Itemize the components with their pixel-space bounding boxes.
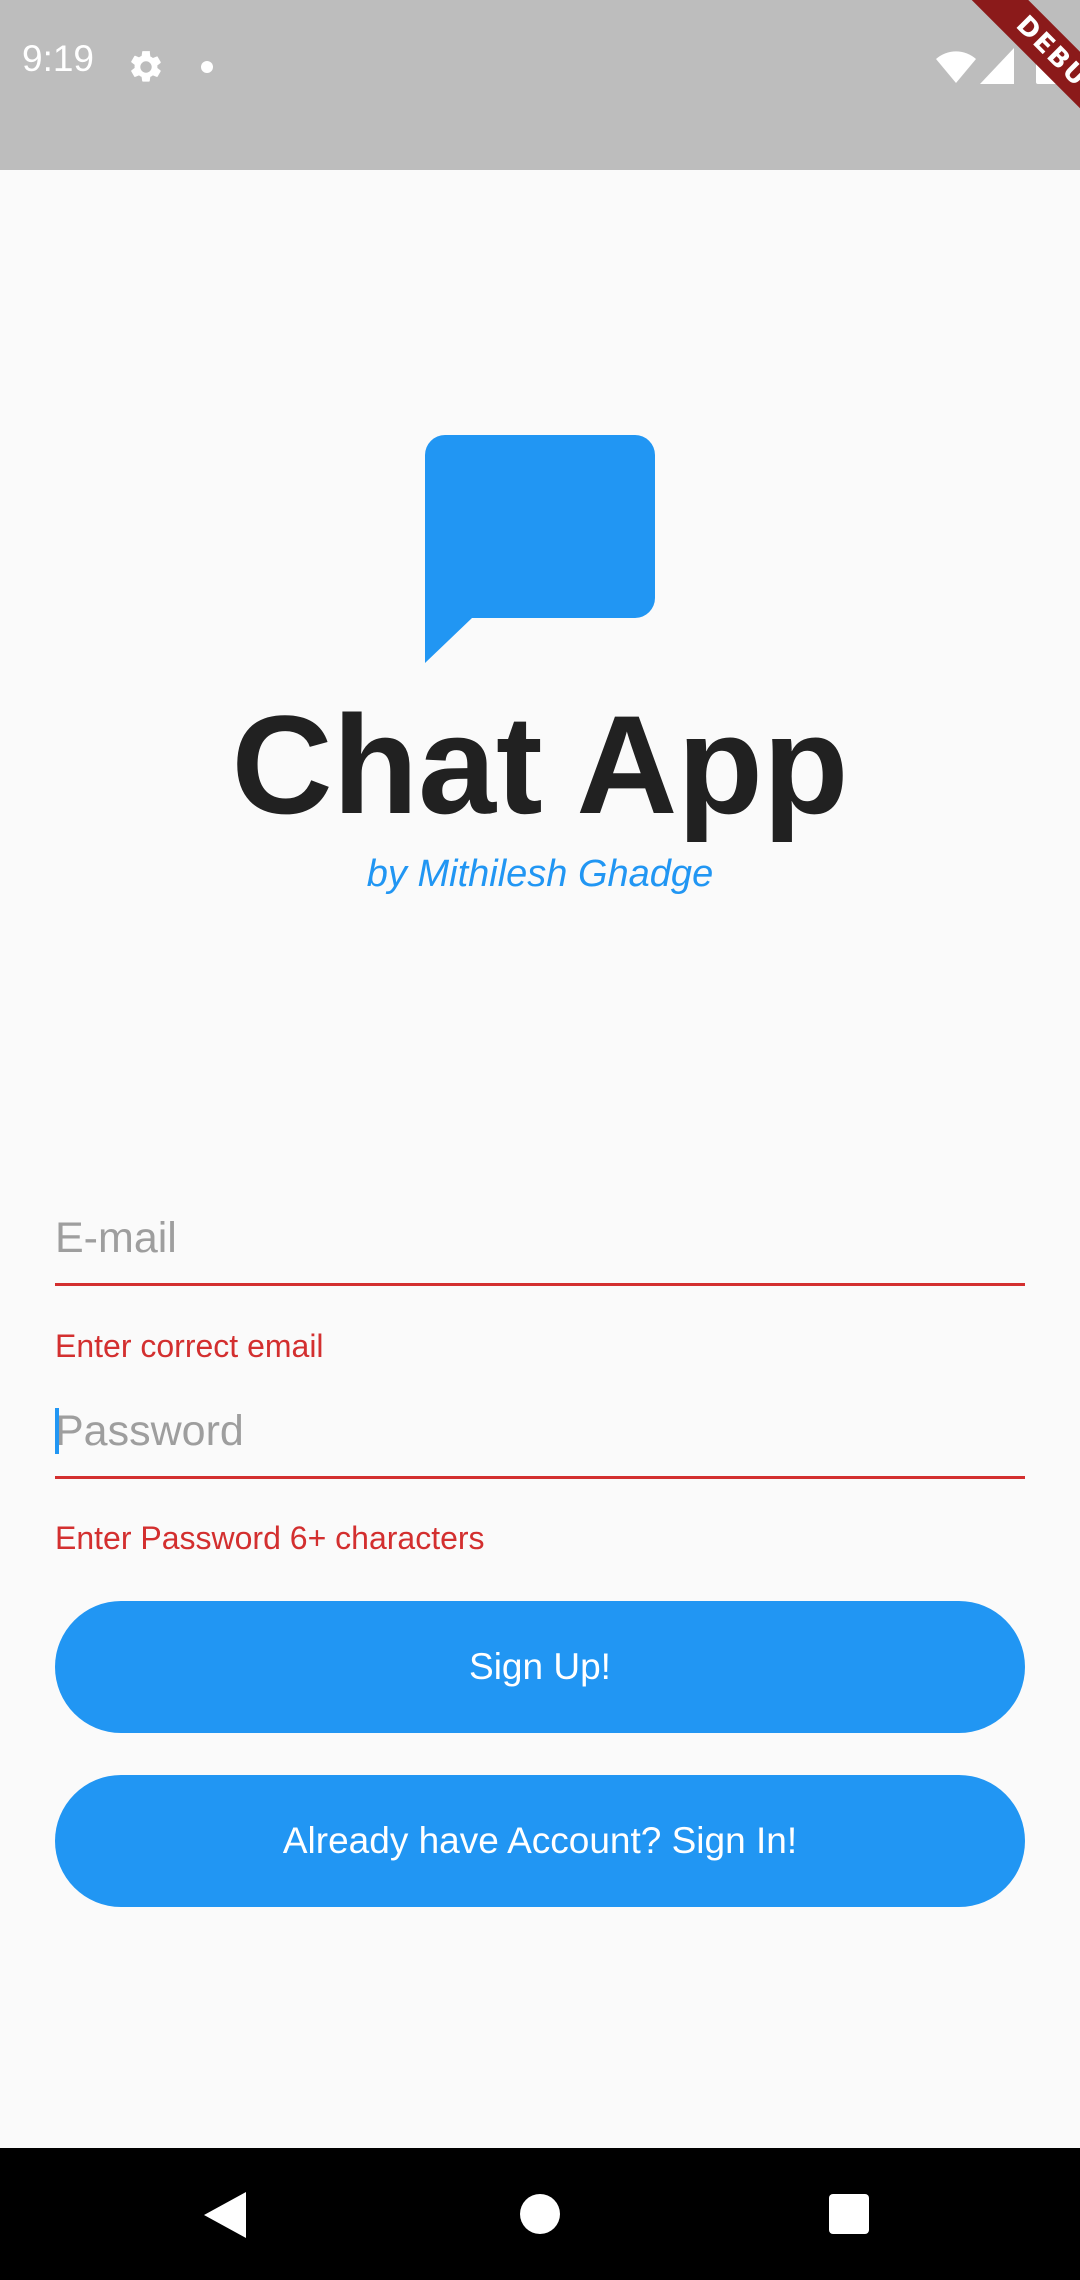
email-input[interactable] — [55, 1203, 1025, 1273]
navigation-bar — [0, 2148, 1080, 2280]
signin-button[interactable]: Already have Account? Sign In! — [55, 1775, 1025, 1907]
debug-label: DEBUG — [953, 0, 1080, 167]
status-time: 9:19 — [22, 38, 95, 79]
recents-icon[interactable] — [829, 2194, 869, 2234]
notification-dot-icon — [201, 61, 213, 73]
password-error-text: Enter Password 6+ characters — [55, 1520, 485, 1556]
email-field[interactable] — [55, 1203, 1025, 1286]
signup-button[interactable]: Sign Up! — [55, 1601, 1025, 1733]
password-field[interactable] — [55, 1396, 1025, 1479]
app-title: Chat App — [231, 686, 849, 843]
status-bar: 9:19 DEBUG — [0, 0, 1080, 170]
app-subtitle: by Mithilesh Ghadge — [366, 853, 714, 895]
email-error-text: Enter correct email — [55, 1328, 324, 1364]
gear-icon — [131, 51, 161, 82]
chat-bubble-icon — [425, 435, 655, 663]
debug-banner: DEBUG — [900, 0, 1080, 170]
back-icon[interactable] — [204, 2192, 246, 2238]
password-input[interactable] — [55, 1396, 1025, 1466]
text-cursor — [55, 1408, 59, 1454]
home-icon[interactable] — [520, 2194, 560, 2234]
